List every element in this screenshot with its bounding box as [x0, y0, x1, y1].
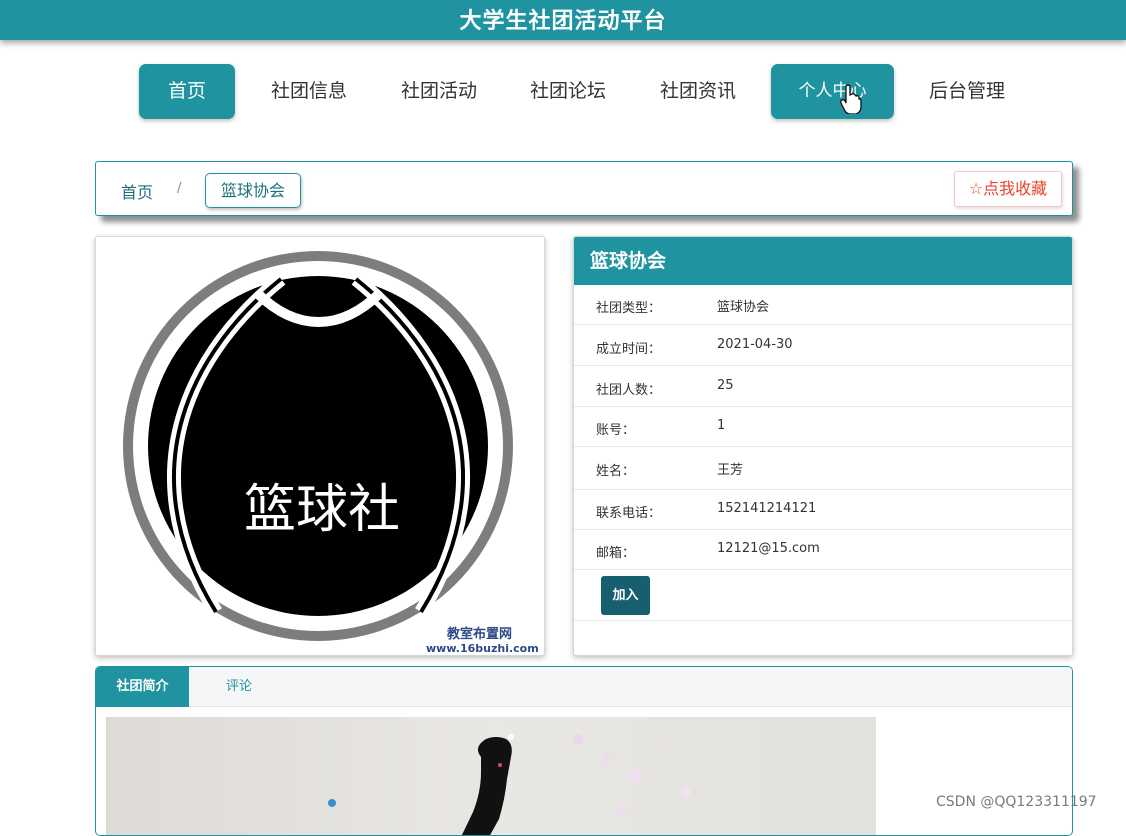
info-key: 社团人数： — [596, 383, 662, 398]
info-value: 王芳 — [717, 463, 744, 478]
tab-comments[interactable]: 评论 — [214, 667, 264, 707]
info-row: 社团人数： 25 — [574, 367, 1072, 407]
csdn-watermark: CSDN @QQ123311197 — [936, 794, 1097, 810]
info-row: 姓名： 王芳 — [574, 448, 1072, 490]
info-key: 成立时间： — [596, 342, 662, 357]
info-key: 社团类型： — [596, 301, 662, 316]
star-outline-icon: ☆ — [968, 179, 984, 198]
nav-home[interactable]: 首页 — [139, 64, 235, 119]
info-row: 社团类型： 篮球协会 — [574, 285, 1072, 325]
top-header: 大学生社团活动平台 — [0, 0, 1126, 40]
info-row: 邮箱： 12121@15.com — [574, 530, 1072, 570]
club-name-heading: 篮球协会 — [574, 237, 1072, 285]
breadcrumb-home-link[interactable]: 首页 — [121, 179, 153, 203]
info-key: 姓名： — [596, 464, 636, 479]
info-value: 152141214121 — [717, 501, 817, 516]
tab-bar: 社团简介 评论 — [96, 667, 1072, 707]
info-key: 邮箱： — [596, 546, 636, 561]
logo-text: 篮球社 — [244, 480, 400, 540]
player-silhouette-image — [328, 734, 691, 835]
site-title: 大学生社团活动平台 — [459, 9, 667, 34]
nav-admin[interactable]: 后台管理 — [911, 64, 1023, 119]
image-watermark-url: www.16buzhi.com — [426, 642, 539, 655]
info-row: 账号： 1 — [574, 407, 1072, 447]
breadcrumb: 首页 / 篮球协会 ☆点我收藏 — [95, 161, 1073, 216]
info-row: 成立时间： 2021-04-30 — [574, 326, 1072, 366]
join-button[interactable]: 加入 — [601, 576, 650, 615]
main-nav: 首页 社团信息 社团活动 社团论坛 社团资讯 个人中心 后台管理 — [0, 64, 1126, 119]
image-watermark-name: 教室布置网 — [447, 627, 513, 642]
info-value: 25 — [717, 378, 734, 393]
divider — [574, 620, 1072, 621]
club-info-card: 篮球协会 社团类型： 篮球协会 成立时间： 2021-04-30 社团人数： 2… — [573, 236, 1073, 656]
favorite-button[interactable]: ☆点我收藏 — [954, 171, 1062, 207]
nav-club-info[interactable]: 社团信息 — [253, 64, 365, 119]
breadcrumb-separator: / — [177, 181, 182, 196]
info-key: 账号： — [596, 423, 636, 438]
club-detail-tabs: 社团简介 评论 — [95, 666, 1073, 836]
info-value: 1 — [717, 418, 726, 433]
info-value: 12121@15.com — [717, 541, 820, 556]
nav-club-news[interactable]: 社团资讯 — [642, 64, 754, 119]
basketball-logo-image: 篮球社 — [123, 251, 513, 641]
nav-personal-center[interactable]: 个人中心 — [771, 64, 894, 119]
info-key: 联系电话： — [596, 506, 662, 521]
favorite-label: 点我收藏 — [983, 179, 1048, 198]
nav-club-forum[interactable]: 社团论坛 — [512, 64, 624, 119]
hand-cursor-icon — [840, 84, 862, 114]
club-intro-image — [106, 717, 876, 835]
info-row: 联系电话： 152141214121 — [574, 490, 1072, 530]
info-value: 篮球协会 — [717, 300, 770, 315]
nav-club-activities[interactable]: 社团活动 — [383, 64, 495, 119]
club-logo-card: 篮球社 教室布置网 www.16buzhi.com — [95, 236, 545, 656]
breadcrumb-current: 篮球协会 — [205, 173, 302, 208]
info-value: 2021-04-30 — [717, 337, 793, 352]
tab-club-intro[interactable]: 社团简介 — [96, 667, 189, 707]
